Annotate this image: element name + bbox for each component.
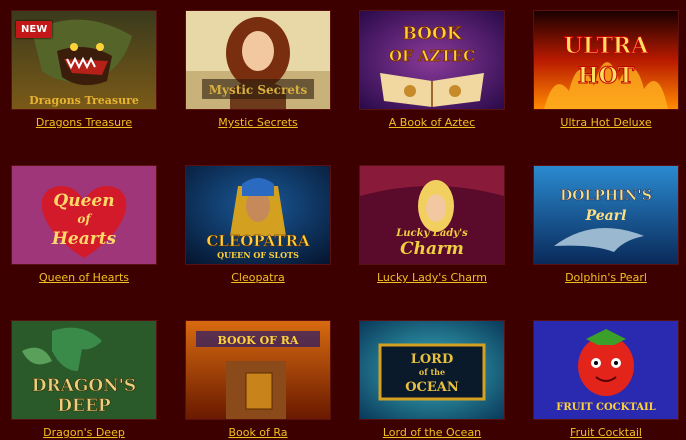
game-tile[interactable]: Mystic Secrets Mystic Secrets [185, 10, 331, 129]
cleopatra-artwork: CLEOPATRA QUEEN OF SLOTS [186, 166, 330, 264]
game-link-dolphins-pearl[interactable]: Dolphin's Pearl [533, 271, 679, 284]
game-thumbnail[interactable]: Lucky Lady's Charm [359, 165, 505, 265]
art-title-line1: CLEOPATRA [206, 232, 310, 250]
game-grid: Dragons Treasure NEW Dragons Treasure My… [0, 0, 686, 440]
art-title-line1: Queen [53, 191, 114, 211]
art-title-line2: QUEEN OF SLOTS [217, 250, 299, 260]
game-link-cleopatra[interactable]: Cleopatra [185, 271, 331, 284]
art-title-line2: OF AZTEC [389, 47, 475, 65]
game-thumbnail[interactable]: DRAGON'S DEEP [11, 320, 157, 420]
game-link-ultra-hot-deluxe[interactable]: Ultra Hot Deluxe [533, 116, 679, 129]
art-title-line1: Lucky Lady's [395, 228, 468, 239]
game-tile[interactable]: ULTRA HOT Ultra Hot Deluxe [533, 10, 679, 129]
game-link-queen-of-hearts[interactable]: Queen of Hearts [11, 271, 157, 284]
art-title-line3: OCEAN [405, 380, 459, 395]
art-title-line1: ULTRA [564, 33, 650, 59]
game-tile[interactable]: DRAGON'S DEEP Dragon's Deep [11, 320, 157, 439]
art-title-line1: DOLPHIN'S [560, 188, 652, 204]
game-tile[interactable]: BOOK OF AZTEC A Book of Aztec [359, 10, 505, 129]
game-tile[interactable]: DOLPHIN'S Pearl Dolphin's Pearl [533, 165, 679, 284]
art-title: Dragons Treasure [29, 94, 139, 107]
ocean-artwork: LORD of the OCEAN [360, 321, 504, 419]
game-link-dragons-deep[interactable]: Dragon's Deep [11, 426, 157, 439]
art-title-line2: HOT [578, 63, 635, 89]
game-thumbnail[interactable]: BOOK OF RA [185, 320, 331, 420]
book-artwork: BOOK OF AZTEC [360, 11, 504, 109]
game-thumbnail[interactable]: Mystic Secrets [185, 10, 331, 110]
flame-artwork: ULTRA HOT [534, 11, 678, 109]
game-link-lucky-ladys-charm[interactable]: Lucky Lady's Charm [359, 271, 505, 284]
art-title-line1: BOOK [402, 24, 462, 44]
game-tile[interactable]: FRUIT COCKTAIL Fruit Cocktail [533, 320, 679, 439]
game-thumbnail[interactable]: DOLPHIN'S Pearl [533, 165, 679, 265]
art-title: Mystic Secrets [209, 83, 308, 97]
game-tile[interactable]: Queen of Hearts Queen of Hearts [11, 165, 157, 284]
game-tile[interactable]: LORD of the OCEAN Lord of the Ocean [359, 320, 505, 439]
art-title-line1: LORD [411, 352, 454, 367]
game-thumbnail[interactable]: CLEOPATRA QUEEN OF SLOTS [185, 165, 331, 265]
art-title-line2: Charm [400, 239, 464, 259]
game-link-lord-of-the-ocean[interactable]: Lord of the Ocean [359, 426, 505, 439]
game-link-mystic-secrets[interactable]: Mystic Secrets [185, 116, 331, 129]
game-thumbnail[interactable]: ULTRA HOT [533, 10, 679, 110]
game-link-dragons-treasure[interactable]: Dragons Treasure [11, 116, 157, 129]
game-tile[interactable]: BOOK OF RA Book of Ra [185, 320, 331, 439]
game-link-book-of-aztec[interactable]: A Book of Aztec [359, 116, 505, 129]
game-link-book-of-ra[interactable]: Book of Ra [185, 426, 331, 439]
art-title-line2: of the [419, 367, 445, 377]
art-title-line3: Hearts [51, 229, 117, 249]
game-tile[interactable]: Dragons Treasure NEW Dragons Treasure [11, 10, 157, 129]
game-thumbnail[interactable]: LORD of the OCEAN [359, 320, 505, 420]
strawberry-artwork: FRUIT COCKTAIL [534, 321, 678, 419]
game-thumbnail[interactable]: FRUIT COCKTAIL [533, 320, 679, 420]
game-link-fruit-cocktail[interactable]: Fruit Cocktail [533, 426, 679, 439]
game-thumbnail[interactable]: BOOK OF AZTEC [359, 10, 505, 110]
lucky-lady-artwork: Lucky Lady's Charm [360, 166, 504, 264]
art-title: FRUIT COCKTAIL [556, 402, 655, 413]
sea-dragon-artwork: DRAGON'S DEEP [12, 321, 156, 419]
temple-book-artwork: BOOK OF RA [186, 321, 330, 419]
art-title-line1: DRAGON'S [32, 376, 136, 396]
game-tile[interactable]: Lucky Lady's Charm Lucky Lady's Charm [359, 165, 505, 284]
mystic-woman-artwork: Mystic Secrets [186, 11, 330, 109]
art-title-line2: of [77, 212, 92, 226]
dolphin-artwork: DOLPHIN'S Pearl [534, 166, 678, 264]
new-badge: NEW [16, 21, 53, 38]
game-tile[interactable]: CLEOPATRA QUEEN OF SLOTS Cleopatra [185, 165, 331, 284]
heart-artwork: Queen of Hearts [12, 166, 156, 264]
art-title: BOOK OF RA [218, 334, 299, 347]
art-title-line2: DEEP [57, 396, 111, 416]
game-thumbnail[interactable]: Queen of Hearts [11, 165, 157, 265]
art-title-line2: Pearl [585, 208, 627, 224]
game-thumbnail[interactable]: Dragons Treasure NEW [11, 10, 157, 110]
